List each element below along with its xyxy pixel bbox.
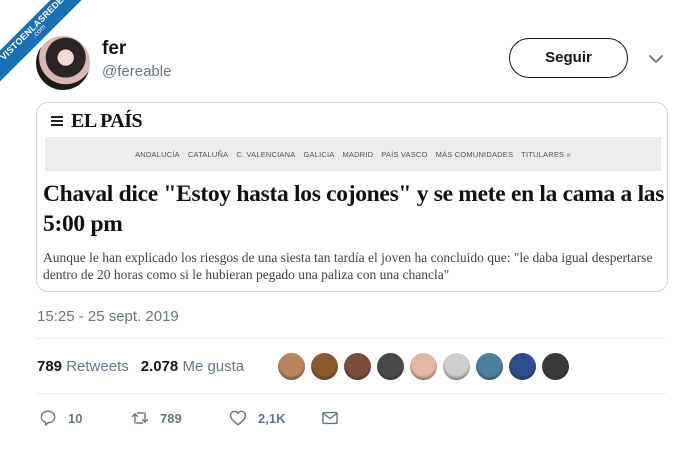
author-avatar[interactable]	[36, 36, 90, 90]
reply-action[interactable]: 10	[38, 408, 130, 428]
divider	[36, 338, 666, 339]
divider	[36, 393, 666, 394]
menu-icon	[51, 116, 63, 126]
region-link: ANDALUCÍA	[135, 149, 180, 159]
likes-count: 2.078	[140, 358, 179, 375]
reply-icon	[40, 410, 56, 426]
likes-stat[interactable]: 2.078 Me gusta	[141, 358, 244, 375]
liker-avatar[interactable]	[542, 353, 569, 380]
region-link: TITULARES »	[521, 149, 571, 159]
mail-icon	[322, 411, 338, 425]
engagement-stats: 789 Retweets 2.078 Me gusta	[37, 358, 244, 375]
tweet-actions: 10 789 2,1K	[38, 408, 340, 428]
liker-avatar[interactable]	[344, 353, 371, 380]
retweet-action[interactable]: 789	[130, 408, 228, 428]
reply-count: 10	[68, 410, 83, 426]
liker-avatar[interactable]	[509, 353, 536, 380]
article-headline: Chaval dice "Estoy hasta los cojones" y …	[43, 181, 665, 237]
liker-avatar[interactable]	[311, 353, 338, 380]
liker-avatar[interactable]	[476, 353, 503, 380]
article-subtitle: Aunque le han explicado los riesgos de u…	[43, 250, 653, 282]
publication-logo: EL PAÍS	[71, 109, 143, 132]
region-link: GALICIA	[303, 149, 335, 159]
author-name[interactable]: fer	[102, 38, 126, 60]
region-link: C. VALENCIANA	[236, 149, 296, 159]
liker-avatar[interactable]	[377, 353, 404, 380]
retweet-count: 789	[160, 410, 182, 426]
retweet-icon	[131, 412, 149, 424]
liker-avatar[interactable]	[443, 353, 470, 380]
region-link: MADRID	[342, 149, 374, 159]
liker-avatar[interactable]	[410, 353, 437, 380]
retweets-count: 789	[37, 358, 63, 375]
chevron-down-icon[interactable]	[646, 49, 666, 69]
tweet-timestamp[interactable]: 15:25 - 25 sept. 2019	[37, 308, 179, 325]
liker-avatar[interactable]	[278, 353, 305, 380]
heart-icon	[229, 410, 247, 426]
region-link: MÁS COMUNIDADES	[435, 149, 514, 159]
liker-avatars	[278, 353, 569, 380]
article-screenshot-card[interactable]: EL PAÍS ANDALUCÍA CATALUÑA C. VALENCIANA GA…	[36, 102, 668, 292]
retweets-stat[interactable]: 789 Retweets	[37, 358, 129, 375]
share-action[interactable]	[320, 408, 340, 428]
region-link: PAÍS VASCO	[381, 149, 428, 159]
like-count: 2,1K	[258, 410, 286, 426]
follow-button[interactable]: Seguir	[509, 38, 628, 78]
regions-nav: ANDALUCÍA CATALUÑA C. VALENCIANA GALICIA MAD…	[45, 137, 661, 171]
like-action[interactable]: 2,1K	[228, 408, 320, 428]
retweets-label: Retweets	[66, 358, 129, 375]
region-link: CATALUÑA	[187, 149, 229, 159]
publication-header: EL PAÍS	[51, 107, 143, 135]
likes-label: Me gusta	[182, 358, 245, 375]
author-handle[interactable]: @fereable	[102, 63, 171, 80]
